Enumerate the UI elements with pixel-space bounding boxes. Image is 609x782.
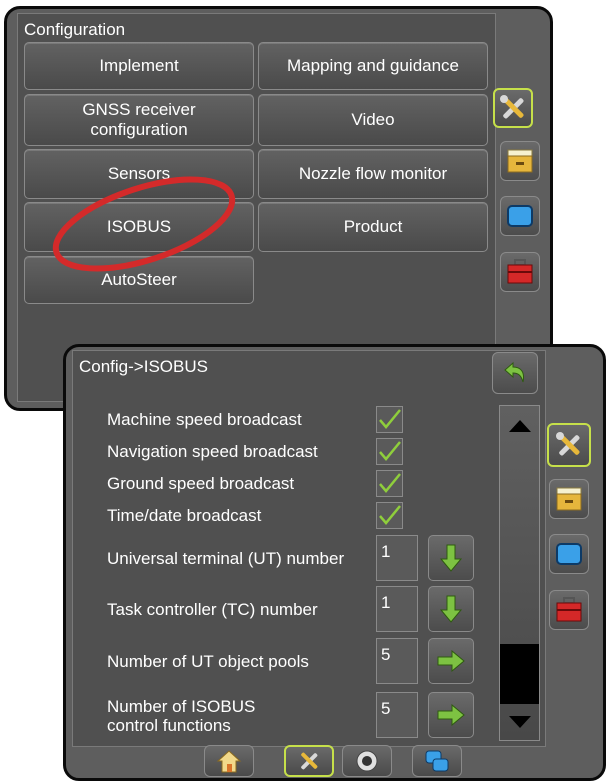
machine-speed-broadcast-checkbox[interactable] [376, 406, 403, 433]
back-button[interactable] [492, 352, 538, 394]
tc-number-dropdown-button[interactable] [428, 586, 474, 632]
side-display-button[interactable] [500, 196, 540, 236]
side-system-button[interactable] [500, 252, 540, 292]
checkmark-icon [379, 505, 401, 525]
side-data-button-front[interactable] [549, 479, 589, 519]
product-label: Product [343, 217, 403, 236]
side-tools-button[interactable] [493, 88, 533, 128]
arrow-right-icon [437, 704, 465, 726]
time-date-broadcast-label: Time/date broadcast [107, 506, 262, 525]
ut-object-pools-label: Number of UT object pools [107, 652, 309, 671]
nozzle-flow-monitor-button[interactable]: Nozzle flow monitor [258, 149, 488, 199]
ut-number-value: 1 [381, 542, 391, 561]
tc-number-label: Task controller (TC) number [107, 600, 318, 619]
multi-screen-icon [425, 750, 449, 772]
ut-object-pools-next-button[interactable] [428, 638, 474, 684]
isobus-control-functions-next-button[interactable] [428, 692, 474, 738]
scroll-thumb[interactable] [500, 644, 539, 704]
scrollbar[interactable] [499, 405, 540, 741]
control-functions-value: 5 [381, 699, 391, 718]
folder-icon [507, 149, 533, 173]
tab-camera[interactable] [342, 745, 392, 777]
camera-icon [356, 750, 378, 772]
ut-number-dropdown-button[interactable] [428, 535, 474, 581]
tab-configuration[interactable] [284, 745, 334, 777]
nozzle-flow-monitor-label: Nozzle flow monitor [298, 164, 448, 183]
navigation-speed-broadcast-label: Navigation speed broadcast [107, 442, 318, 461]
video-button[interactable]: Video [258, 94, 488, 146]
checkmark-icon [379, 441, 401, 461]
toolbox-icon [507, 259, 533, 284]
tools-icon [301, 752, 318, 770]
time-date-broadcast-checkbox[interactable] [376, 502, 403, 529]
navigation-speed-broadcast-checkbox[interactable] [376, 438, 403, 465]
checkmark-icon [379, 409, 401, 429]
folder-icon [556, 487, 582, 511]
tools-icon [500, 95, 524, 119]
screen-icon [507, 205, 533, 227]
toolbox-icon [556, 597, 582, 622]
ut-number-label: Universal terminal (UT) number [107, 549, 345, 568]
machine-speed-broadcast-label: Machine speed broadcast [107, 410, 302, 429]
control-functions-line1: Number of ISOBUS [107, 697, 256, 716]
arrow-right-icon [437, 650, 465, 672]
arrow-down-icon [439, 595, 463, 623]
side-system-button-front[interactable] [549, 590, 589, 630]
tc-number-value: 1 [381, 593, 391, 612]
ut-number-field[interactable]: 1 [376, 535, 418, 581]
arrow-down-icon [439, 544, 463, 572]
tab-home[interactable] [204, 745, 254, 777]
checkmark-icon [379, 473, 401, 493]
tools-icon [556, 432, 580, 456]
scroll-down-button[interactable] [500, 704, 539, 740]
video-label: Video [351, 110, 395, 129]
implement-label: Implement [99, 56, 179, 75]
isobus-panel-title: Config->ISOBUS [79, 357, 208, 376]
isobus-control-functions-field[interactable]: 5 [376, 692, 418, 738]
tc-number-field[interactable]: 1 [376, 586, 418, 632]
gnss-label-line2: configuration [90, 120, 188, 139]
mapping-guidance-button[interactable]: Mapping and guidance [258, 42, 488, 90]
triangle-down-icon [508, 716, 531, 728]
gnss-receiver-configuration-button[interactable]: GNSS receiver configuration [24, 94, 254, 146]
ut-object-pools-value: 5 [381, 645, 391, 664]
ground-speed-broadcast-label: Ground speed broadcast [107, 474, 295, 493]
side-display-button-front[interactable] [549, 534, 589, 574]
mapping-guidance-label: Mapping and guidance [286, 56, 460, 75]
screen-icon [556, 543, 582, 565]
ut-object-pools-field[interactable]: 5 [376, 638, 418, 684]
tab-multi-screen[interactable] [412, 745, 462, 777]
product-button[interactable]: Product [258, 202, 488, 252]
triangle-up-icon [508, 420, 531, 432]
ground-speed-broadcast-checkbox[interactable] [376, 470, 403, 497]
configuration-title: Configuration [24, 20, 126, 39]
isobus-control-functions-label: Number of ISOBUS control functions [107, 697, 255, 735]
side-data-button[interactable] [500, 141, 540, 181]
home-icon [216, 750, 242, 773]
control-functions-line2: control functions [107, 716, 231, 735]
side-tools-button-front[interactable] [547, 423, 591, 467]
back-arrow-icon [504, 361, 524, 383]
gnss-label-line1: GNSS receiver [82, 100, 196, 119]
implement-button[interactable]: Implement [24, 42, 254, 90]
scroll-up-button[interactable] [500, 406, 539, 446]
highlight-circle [52, 176, 236, 272]
